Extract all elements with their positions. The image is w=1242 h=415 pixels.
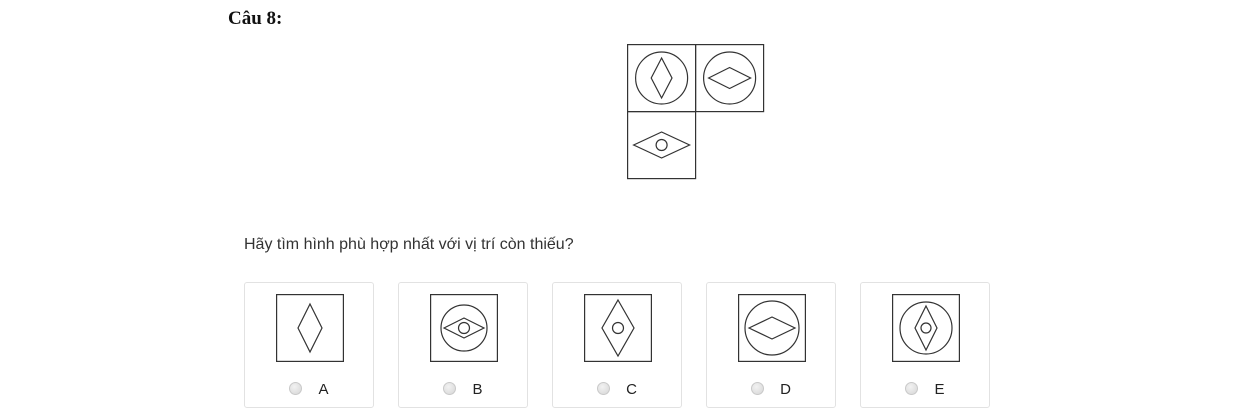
puzzle-cell-circle-horizontal-diamond	[694, 44, 765, 113]
square-circle-vertical-diamond-small-circle-figure	[892, 294, 960, 362]
question-title: Câu 8:	[228, 8, 283, 29]
option-a-card[interactable]: A	[244, 282, 374, 408]
square-vertical-diamond-figure	[276, 294, 344, 362]
puzzle-cell-horizontal-diamond-small-circle	[627, 110, 697, 180]
option-d-radio[interactable]	[751, 382, 765, 395]
question-prompt: Hãy tìm hình phù hợp nhất với vị trí còn…	[244, 236, 574, 253]
option-e-radio[interactable]	[905, 382, 919, 395]
square-circle-horizontal-diamond-small-circle-figure	[430, 294, 498, 362]
square-vertical-diamond-small-circle-figure	[584, 294, 652, 362]
square-circle-horizontal-diamond-figure	[738, 294, 806, 362]
option-d-card[interactable]: D	[706, 282, 836, 408]
option-e-card[interactable]: E	[860, 282, 990, 408]
option-c-label: C	[626, 381, 637, 398]
option-b-label: B	[472, 381, 483, 398]
option-c-card[interactable]: C	[552, 282, 682, 408]
puzzle-cell-circle-vertical-diamond	[627, 44, 697, 113]
puzzle-grid	[627, 44, 765, 180]
option-e-label: E	[934, 381, 945, 398]
option-a-label: A	[318, 381, 329, 398]
answer-options: A B C D E	[244, 282, 1004, 408]
option-c-radio[interactable]	[597, 382, 611, 395]
option-a-radio[interactable]	[289, 382, 303, 395]
option-b-card[interactable]: B	[398, 282, 528, 408]
option-b-radio[interactable]	[443, 382, 457, 395]
option-d-label: D	[780, 381, 791, 398]
